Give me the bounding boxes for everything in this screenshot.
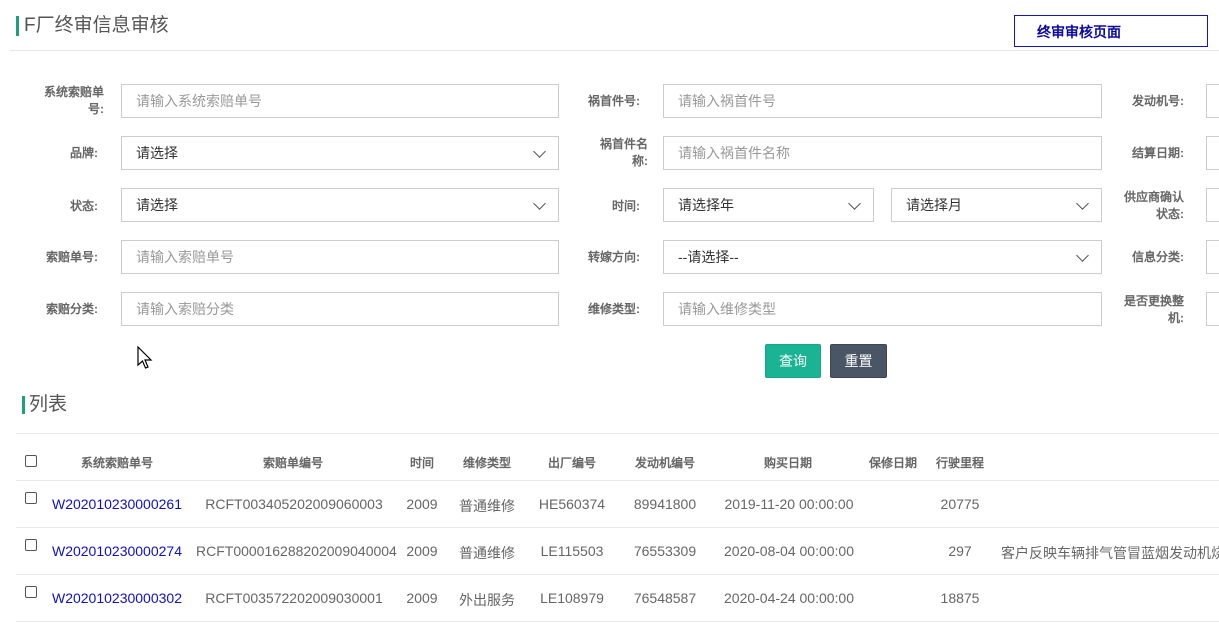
- chevron-down-icon: [1076, 197, 1089, 210]
- list-accent-bar: [22, 396, 25, 414]
- list-title: 列表: [29, 394, 68, 415]
- status-select-value: 请选择: [136, 197, 178, 213]
- col-header-claim-no: 索赔单编号: [262, 456, 323, 470]
- col-header-mileage: 行驶里程: [935, 456, 984, 470]
- supplier-confirm-select[interactable]: [1206, 188, 1219, 222]
- repair-type-label: 维修类型:: [588, 302, 640, 316]
- row-buy-date: 2019-11-20 00:00:00: [724, 496, 854, 512]
- row-time: 2009: [406, 496, 438, 512]
- table-header-divider: [16, 480, 1219, 481]
- transfer-direction-select[interactable]: --请选择--: [663, 240, 1102, 274]
- row-description: 客户反映车辆排气管冒蓝烟发动机烧: [1001, 545, 1219, 561]
- chevron-down-icon: [533, 197, 546, 210]
- row-claim-no: RCFT000016288202009040004: [196, 543, 397, 559]
- claim-category-label: 索赔分类:: [46, 302, 98, 316]
- title-accent-bar: [16, 16, 19, 36]
- row-mileage: 20775: [940, 496, 980, 512]
- row-time: 2009: [406, 590, 438, 606]
- brand-select-value: 请选择: [136, 145, 178, 161]
- col-header-warranty-date: 保修日期: [868, 456, 917, 470]
- status-label: 状态:: [70, 199, 98, 213]
- row-checkbox[interactable]: [25, 586, 37, 598]
- chevron-down-icon: [1076, 249, 1089, 262]
- col-header-repair-type: 维修类型: [462, 456, 511, 470]
- col-header-factory-no: 出厂编号: [547, 456, 596, 470]
- culprit-part-name-label: 祸首件名称:: [599, 137, 648, 168]
- month-select-value: 请选择月: [906, 197, 962, 213]
- row-repair-type: 普通维修: [459, 498, 515, 514]
- settle-date-input[interactable]: [1206, 136, 1219, 170]
- claim-no-input[interactable]: 请输入索赔单号: [121, 240, 559, 274]
- chevron-down-icon: [848, 197, 861, 210]
- page-title: F厂终审信息审核: [24, 15, 169, 36]
- mouse-cursor-icon: [137, 346, 153, 369]
- info-category-label: 信息分类:: [1132, 250, 1184, 264]
- col-header-buy-date: 购买日期: [763, 456, 812, 470]
- row-checkbox[interactable]: [25, 539, 37, 551]
- transfer-direction-value: --请选择--: [678, 249, 739, 265]
- row-engine-no: 89941800: [633, 496, 697, 512]
- claim-sys-no-label: 系统索赔单号:: [43, 85, 104, 116]
- row-buy-date: 2020-08-04 00:00:00: [724, 543, 854, 559]
- query-button[interactable]: 查询: [765, 344, 821, 378]
- col-header-sys-no: 系统索赔单号: [80, 456, 153, 470]
- chevron-down-icon: [533, 145, 546, 158]
- row-sys-no-link[interactable]: W202010230000302: [50, 590, 184, 606]
- select-all-checkbox[interactable]: [25, 455, 37, 467]
- row-sys-no-link[interactable]: W202010230000261: [50, 496, 184, 512]
- engine-no-label: 发动机号:: [1132, 94, 1184, 108]
- year-select-value: 请选择年: [678, 197, 734, 213]
- brand-select[interactable]: 请选择: [121, 136, 559, 170]
- row-engine-no: 76553309: [633, 543, 697, 559]
- row-divider: [16, 574, 1219, 575]
- year-select[interactable]: 请选择年: [663, 188, 874, 222]
- row-time: 2009: [406, 543, 438, 559]
- replace-whole-select[interactable]: [1206, 292, 1219, 326]
- reset-button[interactable]: 重置: [830, 344, 887, 378]
- claim-category-input[interactable]: 请输入索赔分类: [121, 292, 559, 326]
- transfer-direction-label: 转嫁方向:: [588, 250, 640, 264]
- culprit-part-no-label: 祸首件号:: [588, 94, 640, 108]
- header-divider: [10, 50, 1219, 51]
- row-repair-type: 普通维修: [459, 545, 515, 561]
- row-factory-no: HE560374: [538, 496, 606, 512]
- row-buy-date: 2020-04-24 00:00:00: [724, 590, 854, 606]
- claim-sys-no-input[interactable]: 请输入系统索赔单号: [121, 84, 559, 118]
- row-factory-no: LE115503: [540, 543, 604, 559]
- row-claim-no: RCFT003405202009060003: [205, 496, 383, 512]
- brand-label: 品牌:: [70, 146, 98, 160]
- row-repair-type: 外出服务: [459, 592, 515, 608]
- row-mileage: 297: [948, 543, 972, 559]
- col-header-time: 时间: [409, 456, 434, 470]
- row-mileage: 18875: [940, 590, 980, 606]
- status-select[interactable]: 请选择: [121, 188, 559, 222]
- claim-no-label: 索赔单号:: [46, 250, 98, 264]
- row-engine-no: 76548587: [633, 590, 697, 606]
- table-top-border: [16, 433, 1219, 434]
- replace-whole-label: 是否更换整机:: [1123, 294, 1184, 325]
- supplier-confirm-label: 供应商确认状态:: [1123, 190, 1184, 221]
- col-header-engine-no: 发动机编号: [634, 456, 695, 470]
- culprit-part-no-input[interactable]: 请输入祸首件号: [663, 84, 1102, 118]
- engine-no-input[interactable]: [1206, 84, 1219, 118]
- row-checkbox[interactable]: [25, 492, 37, 504]
- time-label: 时间:: [612, 199, 640, 213]
- row-claim-no: RCFT003572202009030001: [205, 590, 383, 606]
- culprit-part-name-input[interactable]: 请输入祸首件名称: [663, 136, 1102, 170]
- row-divider: [16, 621, 1219, 622]
- row-sys-no-link[interactable]: W202010230000274: [50, 543, 184, 559]
- settle-date-label: 结算日期:: [1132, 146, 1184, 160]
- month-select[interactable]: 请选择月: [891, 188, 1102, 222]
- info-category-select[interactable]: [1206, 240, 1219, 274]
- final-review-page-button[interactable]: 终审审核页面: [1014, 15, 1208, 47]
- repair-type-input[interactable]: 请输入维修类型: [663, 292, 1102, 326]
- row-divider: [16, 527, 1219, 528]
- row-factory-no: LE108979: [540, 590, 604, 606]
